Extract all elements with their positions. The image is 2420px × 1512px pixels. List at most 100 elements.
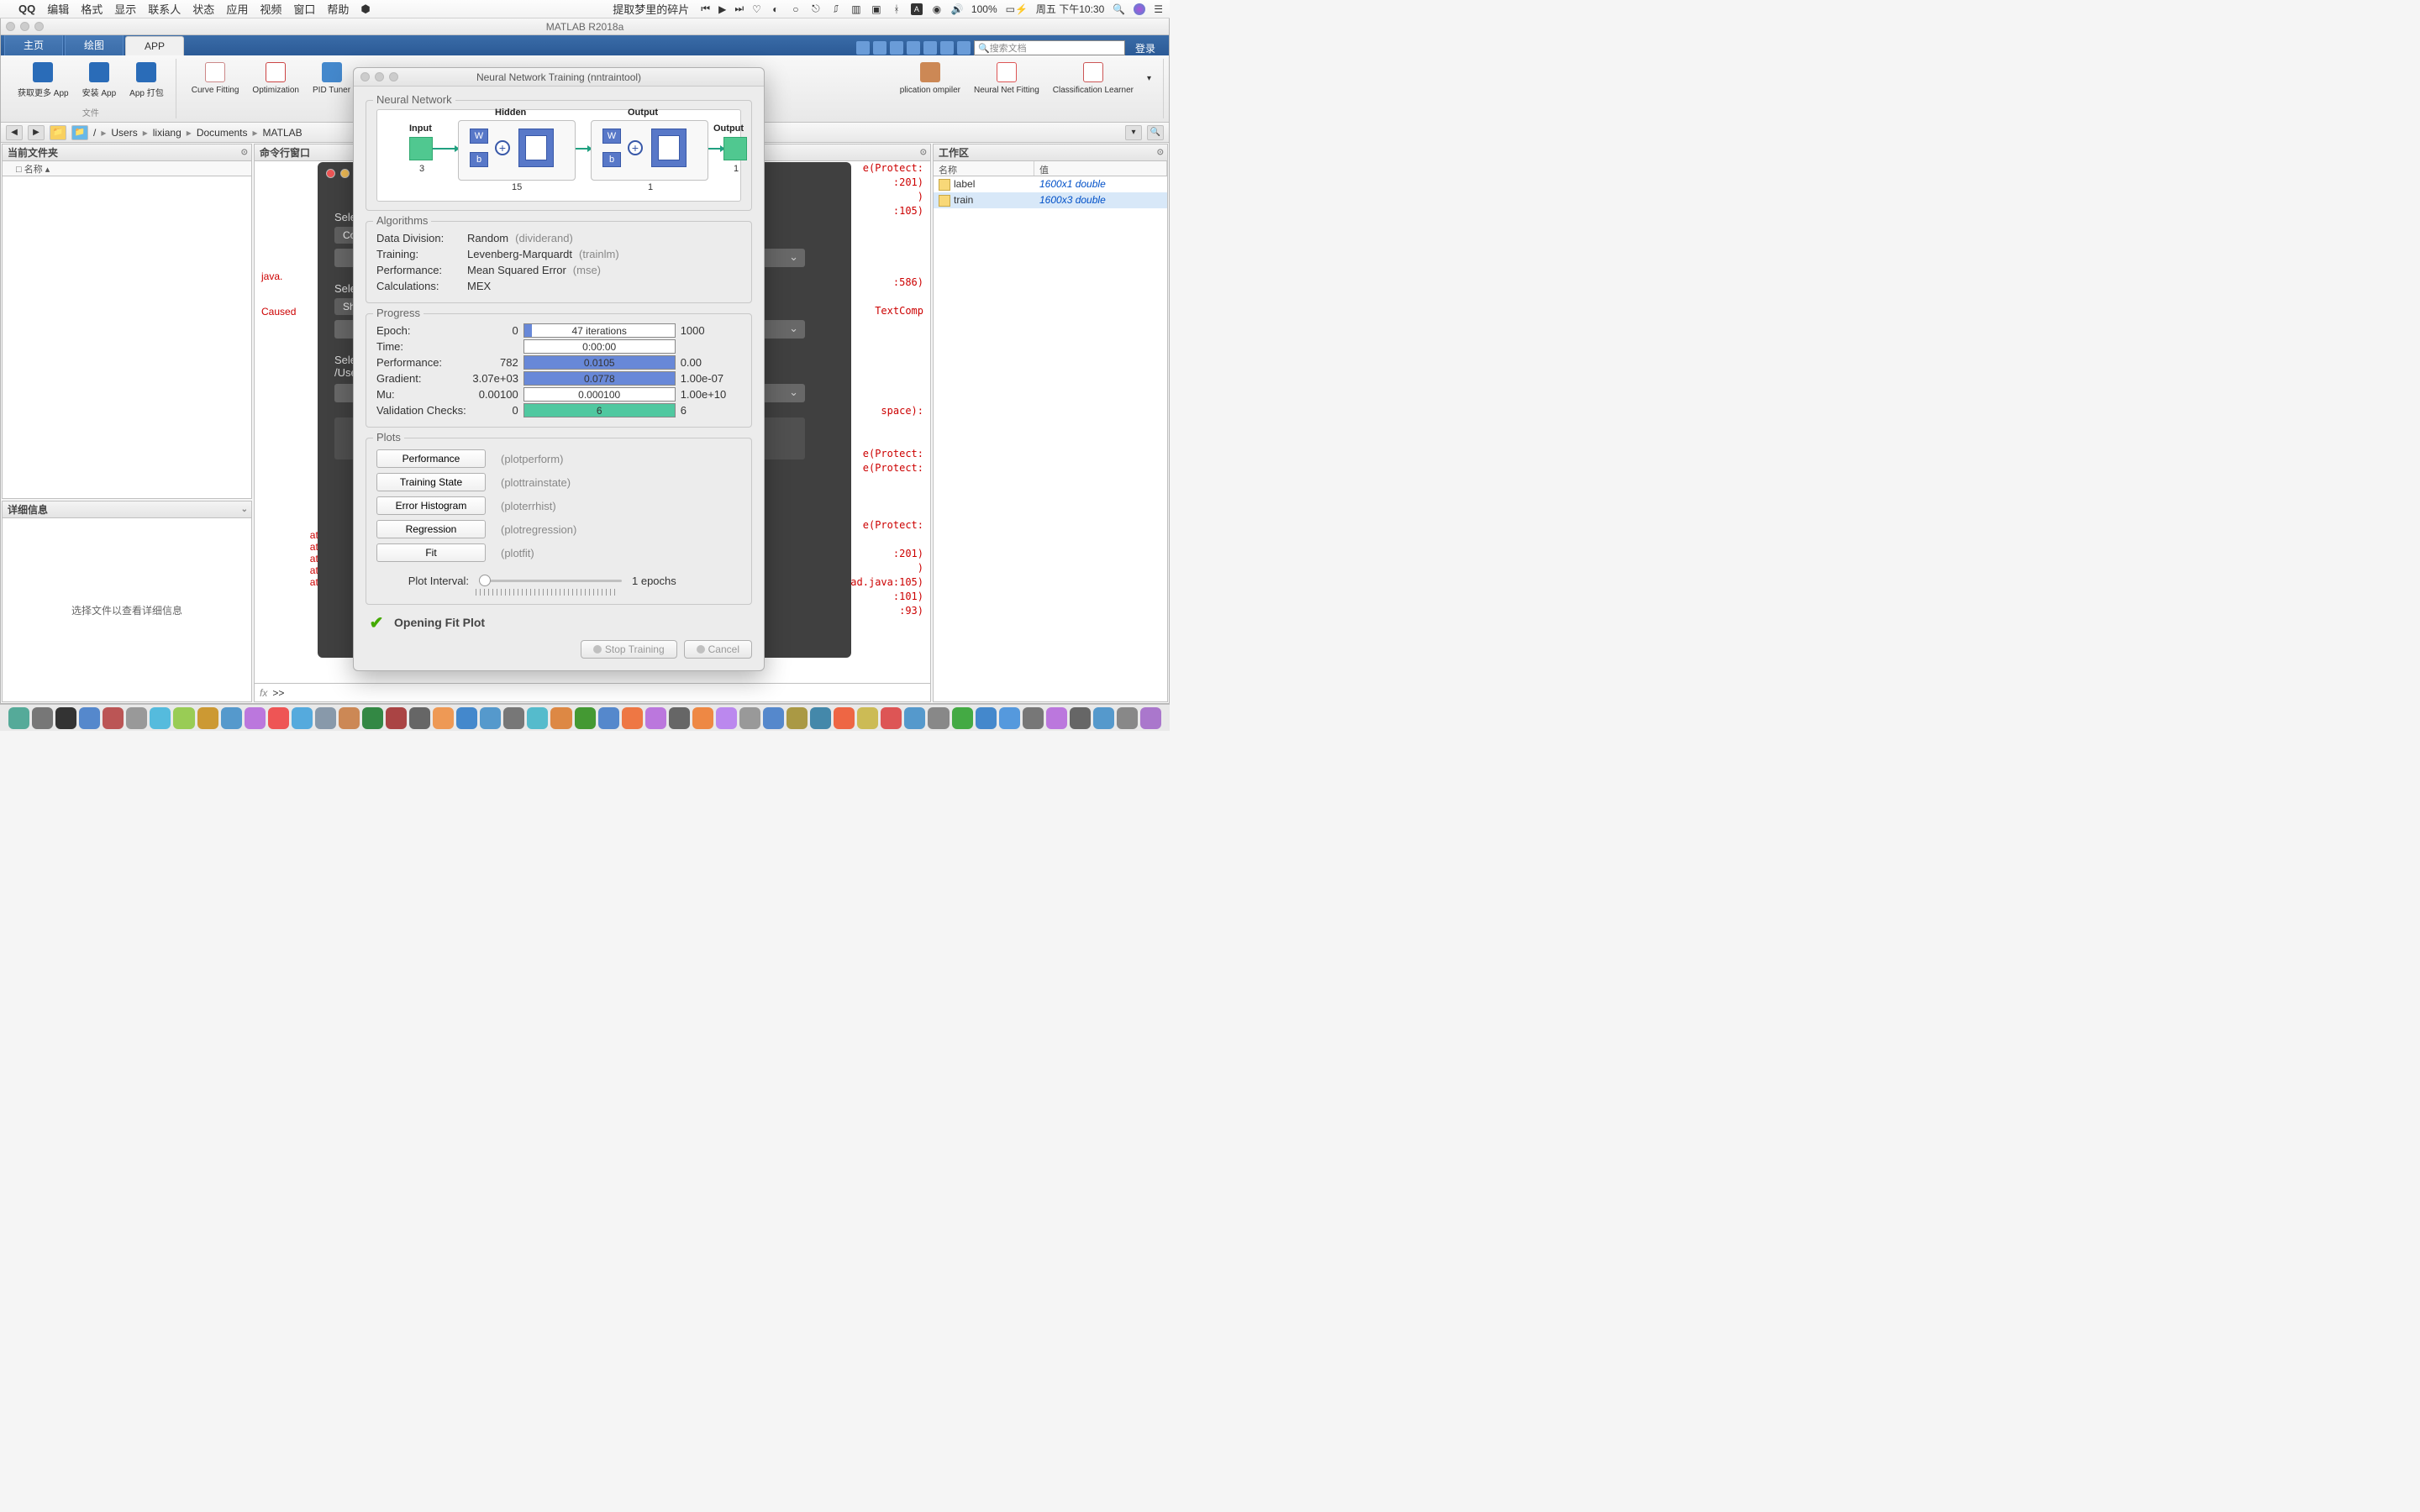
panel-menu-icon[interactable]: ⊙	[1157, 148, 1164, 157]
search-docs-input[interactable]: 🔍 搜索文档	[974, 40, 1125, 55]
pid-tuner-button[interactable]: PID Tuner	[308, 59, 355, 98]
dock-app-30[interactable]	[716, 707, 737, 729]
dock-app-11[interactable]	[268, 707, 289, 729]
dock-app-44[interactable]	[1046, 707, 1067, 729]
nav-fwd-button[interactable]: ▶	[28, 125, 45, 140]
dock-app-29[interactable]	[692, 707, 713, 729]
dock-app-38[interactable]	[904, 707, 925, 729]
dock-app-47[interactable]	[1117, 707, 1138, 729]
clock[interactable]: 周五 下午10:30	[1036, 2, 1104, 16]
folder-up-icon[interactable]: 📁	[50, 125, 66, 140]
menu-contacts[interactable]: 联系人	[148, 1, 181, 17]
dock-app-9[interactable]	[221, 707, 242, 729]
fit-plot-button[interactable]: Fit	[376, 543, 486, 562]
qa-save-icon[interactable]	[856, 41, 870, 55]
training-state-plot-button[interactable]: Training State	[376, 473, 486, 491]
error-histogram-plot-button[interactable]: Error Histogram	[376, 496, 486, 515]
optimization-button[interactable]: Optimization	[247, 59, 304, 98]
dock-app-3[interactable]	[79, 707, 100, 729]
dock-app-48[interactable]	[1140, 707, 1161, 729]
dock-app-12[interactable]	[292, 707, 313, 729]
qa-redo-icon[interactable]	[940, 41, 954, 55]
qa-paste-icon[interactable]	[907, 41, 920, 55]
ws-col-value[interactable]: 值	[1034, 161, 1167, 176]
ws-row-train[interactable]: train 1600x3 double	[934, 192, 1167, 208]
ws-col-name[interactable]: 名称	[934, 161, 1034, 176]
regression-plot-button[interactable]: Regression	[376, 520, 486, 538]
bluetooth-icon[interactable]: ᚼ	[891, 3, 902, 15]
folder-icon[interactable]: 📁	[71, 125, 88, 140]
siri-icon[interactable]	[1134, 3, 1145, 15]
dock-app-42[interactable]	[999, 707, 1020, 729]
dock-app-33[interactable]	[786, 707, 808, 729]
dock-app-41[interactable]	[976, 707, 997, 729]
stop-training-button[interactable]: Stop Training	[581, 640, 677, 659]
crumb-users[interactable]: Users	[111, 127, 137, 139]
file-col-name[interactable]: □ 名称 ▴	[16, 162, 50, 176]
login-link[interactable]: 登录	[1128, 41, 1162, 55]
close-icon[interactable]	[326, 169, 335, 178]
dock-app-0[interactable]	[8, 707, 29, 729]
dock-app-23[interactable]	[550, 707, 571, 729]
dock-app-46[interactable]	[1093, 707, 1114, 729]
ws-row-label[interactable]: label 1600x1 double	[934, 176, 1167, 192]
dock-app-19[interactable]	[456, 707, 477, 729]
status-icon-1[interactable]: ◐	[770, 3, 781, 15]
install-app-button[interactable]: 安装 App	[77, 59, 122, 102]
volume-icon[interactable]: 🔊	[951, 3, 963, 15]
dock-app-8[interactable]	[197, 707, 218, 729]
menu-window[interactable]: 窗口	[293, 1, 315, 17]
close-icon[interactable]	[360, 72, 370, 81]
zoom-icon[interactable]	[389, 72, 398, 81]
path-search-icon[interactable]: 🔍	[1147, 125, 1164, 140]
screen-icon[interactable]: ▣	[871, 3, 882, 15]
classification-button[interactable]: Classification Learner	[1048, 59, 1139, 98]
dock-app-21[interactable]	[503, 707, 524, 729]
dock-app-34[interactable]	[810, 707, 831, 729]
dock-app-7[interactable]	[173, 707, 194, 729]
dock-app-18[interactable]	[433, 707, 454, 729]
dock-app-35[interactable]	[834, 707, 855, 729]
crumb-user[interactable]: lixiang	[153, 127, 182, 139]
package-app-button[interactable]: App 打包	[124, 59, 169, 102]
minimize-icon[interactable]	[20, 22, 29, 31]
dock-app-37[interactable]	[881, 707, 902, 729]
panel-collapse-icon[interactable]: ⌄	[241, 505, 248, 514]
media-heart-icon[interactable]: ♡	[752, 3, 761, 15]
dock-app-32[interactable]	[763, 707, 784, 729]
cancel-button[interactable]: Cancel	[684, 640, 752, 659]
path-dropdown-button[interactable]: ▾	[1125, 125, 1142, 140]
menu-format[interactable]: 格式	[81, 1, 103, 17]
notification-center-icon[interactable]: ☰	[1154, 3, 1163, 15]
dock-app-6[interactable]	[150, 707, 171, 729]
dock-app-20[interactable]	[480, 707, 501, 729]
dock-app-39[interactable]	[928, 707, 949, 729]
dock-app-17[interactable]	[409, 707, 430, 729]
battery-icon[interactable]: ▭⚡	[1006, 3, 1028, 15]
wifi-icon[interactable]: ◉	[931, 3, 943, 15]
crumb-documents[interactable]: Documents	[197, 127, 248, 139]
nav-back-button[interactable]: ◀	[6, 125, 23, 140]
menu-status[interactable]: 状态	[192, 1, 214, 17]
dock-app-24[interactable]	[575, 707, 596, 729]
dock-app-5[interactable]	[126, 707, 147, 729]
plot-interval-slider[interactable]	[479, 580, 622, 582]
menu-help[interactable]: 帮助	[327, 1, 349, 17]
dock-app-40[interactable]	[952, 707, 973, 729]
dock-app-16[interactable]	[386, 707, 407, 729]
dock-app-26[interactable]	[622, 707, 643, 729]
dock-app-27[interactable]	[645, 707, 666, 729]
minimize-icon[interactable]	[375, 72, 384, 81]
app-compiler-button[interactable]: plication ompiler	[895, 59, 965, 98]
dock-app-28[interactable]	[669, 707, 690, 729]
input-method-icon[interactable]: A	[911, 3, 923, 15]
dock-app-2[interactable]	[55, 707, 76, 729]
nn-fitting-button[interactable]: Neural Net Fitting	[969, 59, 1044, 98]
dock-app-13[interactable]	[315, 707, 336, 729]
dock-app-15[interactable]	[362, 707, 383, 729]
performance-plot-button[interactable]: Performance	[376, 449, 486, 468]
dock-app-45[interactable]	[1070, 707, 1091, 729]
dock-app-14[interactable]	[339, 707, 360, 729]
addon-icon[interactable]: ⬢	[360, 3, 370, 16]
app-name-menu[interactable]: QQ	[18, 3, 35, 15]
